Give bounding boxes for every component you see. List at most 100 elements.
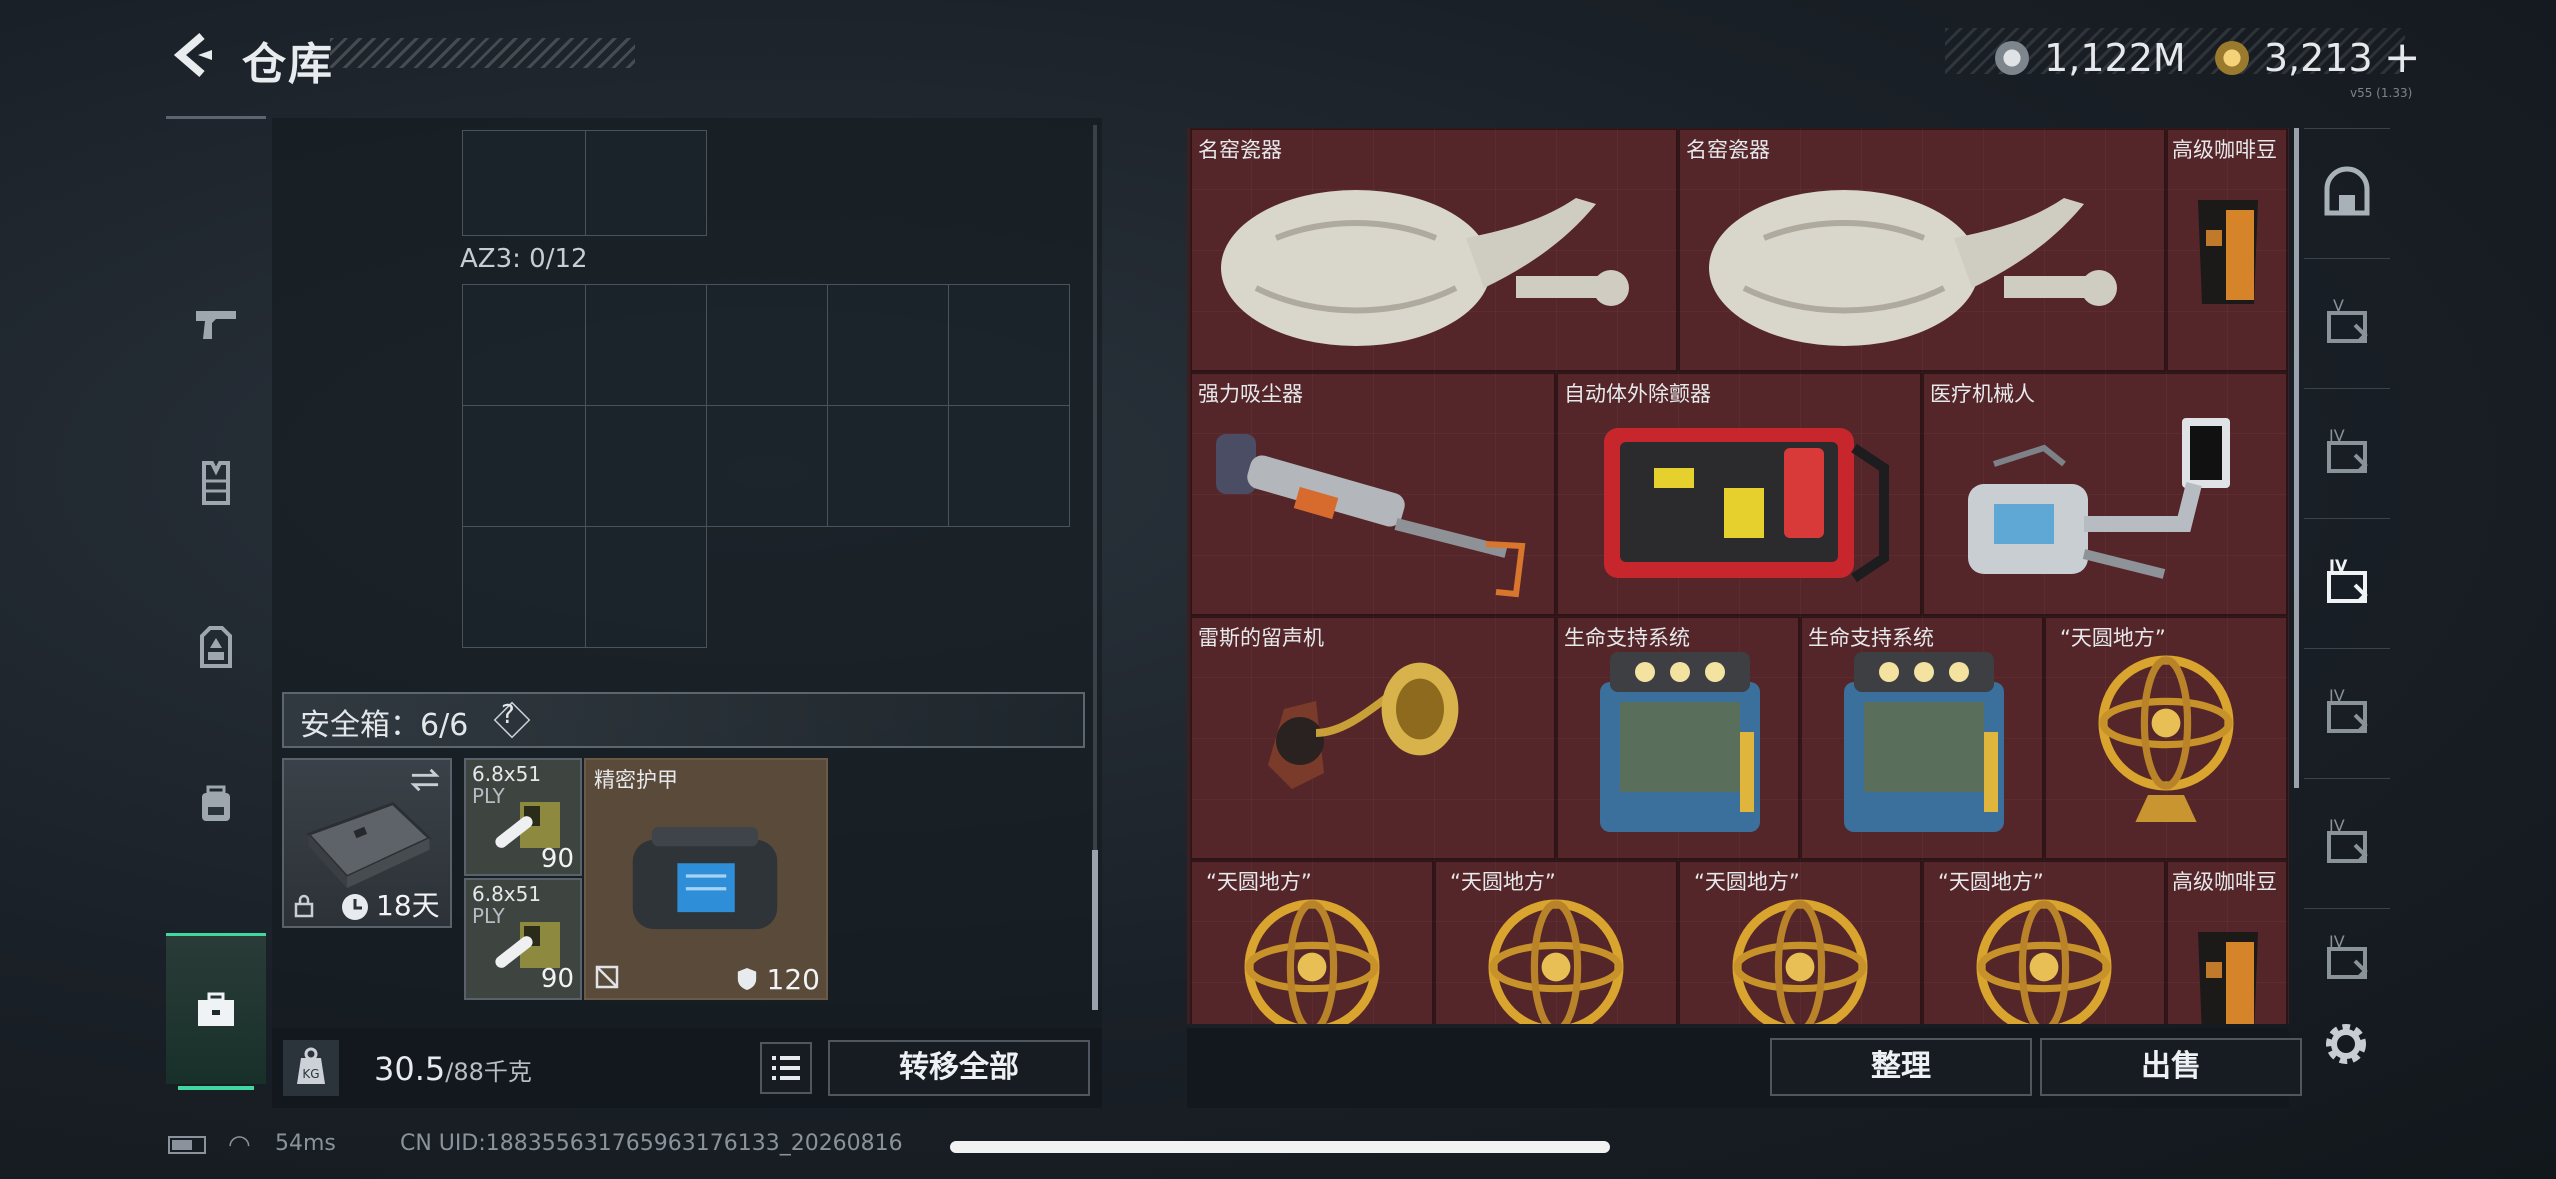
stash-tab-v[interactable]: V xyxy=(2304,258,2390,387)
medical-robot-icon xyxy=(1968,418,2230,579)
stash-item[interactable]: 强力吸尘器 xyxy=(1190,372,1556,616)
pistol-icon xyxy=(196,311,236,339)
sell-button[interactable]: 出售 xyxy=(2040,1038,2302,1096)
nav-safe-box[interactable] xyxy=(166,933,266,1090)
coffee-bag-icon xyxy=(2198,932,2258,1024)
grid-slot[interactable] xyxy=(827,405,949,527)
stash-tab-iv-2-active[interactable]: IV xyxy=(2304,518,2390,647)
stash-tab-iv-icon: IV xyxy=(2327,816,2368,863)
grid-slot[interactable] xyxy=(585,130,707,236)
stash-item[interactable]: 高级咖啡豆 xyxy=(2166,128,2288,372)
ammo-name: 6.8x51 xyxy=(472,762,542,786)
svg-text:IV: IV xyxy=(2329,556,2348,575)
grid-slot[interactable] xyxy=(948,405,1070,527)
safe-box-label: 安全箱：6/6 xyxy=(300,708,469,743)
porcelain-vase-icon xyxy=(1709,190,2117,346)
grid-slot[interactable] xyxy=(585,405,707,527)
settings-button[interactable] xyxy=(2318,1016,2374,1072)
stash-tab-v-icon: V xyxy=(2327,296,2368,343)
stash-item[interactable]: “天圆地方” xyxy=(1190,860,1434,1024)
stash-item[interactable]: 高级咖啡豆 xyxy=(2166,860,2288,1024)
vest-icon xyxy=(202,461,230,505)
inventory-scrollbar-thumb[interactable] xyxy=(1092,850,1098,1010)
ammo-count: 90 xyxy=(540,964,574,994)
grid-slot[interactable] xyxy=(948,284,1070,406)
armillary-sphere-icon xyxy=(1732,899,1868,1024)
ammo-count: 90 xyxy=(540,844,574,874)
item-name: 高级咖啡豆 xyxy=(2172,870,2277,894)
add-currency-button[interactable]: + xyxy=(2384,32,2421,83)
weight-icon: KG xyxy=(283,1040,339,1096)
nav-active-indicator xyxy=(178,1086,254,1090)
list-view-button[interactable] xyxy=(760,1042,812,1094)
transfer-all-button[interactable]: 转移全部 xyxy=(828,1040,1090,1096)
stash-item[interactable]: “天圆地方” xyxy=(1678,860,1922,1024)
grid-slot[interactable] xyxy=(462,405,586,527)
nav-chest-rig[interactable] xyxy=(166,573,266,723)
stash-tab-iv-5[interactable]: IV xyxy=(2304,908,2390,1009)
grid-slot[interactable] xyxy=(827,284,949,406)
ping-value: 54ms xyxy=(275,1131,336,1156)
svg-text:V: V xyxy=(2333,296,2344,315)
stash-item[interactable]: 名窑瓷器 xyxy=(1190,128,1678,372)
grid-slot[interactable] xyxy=(585,526,707,648)
home-indicator[interactable] xyxy=(950,1141,1610,1153)
grid-slot[interactable] xyxy=(462,526,586,648)
version-label: v55 (1.33) xyxy=(2350,86,2413,100)
grid-slot[interactable] xyxy=(462,130,586,236)
svg-text:IV: IV xyxy=(2329,686,2345,705)
stash-item[interactable]: 生命支持系统 xyxy=(1556,616,1800,860)
armor-item[interactable]: 精密护甲 120 xyxy=(584,758,828,1000)
weight-current: 30.5 xyxy=(374,1050,446,1088)
sort-button[interactable]: 整理 xyxy=(1770,1038,2032,1096)
grid-slot[interactable] xyxy=(706,405,828,527)
currency-gold: 3,213 xyxy=(2263,35,2373,80)
coffee-bag-icon xyxy=(2198,200,2258,304)
nav-backpack[interactable] xyxy=(166,728,266,878)
help-question-mark: ? xyxy=(501,700,515,730)
stash-item[interactable]: “天圆地方” xyxy=(2044,616,2288,860)
ammo-name: 6.8x51 xyxy=(472,882,542,906)
armor-bag-icon xyxy=(632,827,778,930)
stash-tab-iv-4[interactable]: IV xyxy=(2304,778,2390,907)
back-arrow-icon xyxy=(173,32,212,78)
nav-armor[interactable] xyxy=(166,408,266,558)
wifi-icon: ◠ xyxy=(228,1130,251,1160)
backpack-icon xyxy=(202,785,230,821)
chest-rig-icon xyxy=(200,626,232,668)
currency-bar: 1,122M 3,213 + xyxy=(1945,28,2421,83)
clock-icon xyxy=(342,894,368,920)
stash-item[interactable]: 名窑瓷器 xyxy=(1678,128,2166,372)
stash-item[interactable]: 雷斯的留声机 xyxy=(1190,616,1556,860)
stash-tab-home[interactable] xyxy=(2304,128,2390,257)
safe-case-slot[interactable]: 18天 xyxy=(282,758,452,928)
battery-icon xyxy=(168,1136,206,1154)
stash-item[interactable]: 生命支持系统 xyxy=(1800,616,2044,860)
stash-tab-iv-3[interactable]: IV xyxy=(2304,648,2390,777)
armillary-sphere-icon xyxy=(1488,899,1624,1024)
ammo-item[interactable]: 6.8x51 PLY 90 xyxy=(464,878,582,1000)
stash-item[interactable]: “天圆地方” xyxy=(1434,860,1678,1024)
porcelain-vase-icon xyxy=(1221,190,1629,346)
vacuum-icon xyxy=(1216,434,1526,598)
stash-item[interactable]: “天圆地方” xyxy=(1922,860,2166,1024)
svg-text:IV: IV xyxy=(2329,932,2345,951)
grid-slot[interactable] xyxy=(462,284,586,406)
swap-icon xyxy=(410,768,440,792)
back-button[interactable] xyxy=(168,30,218,80)
stash-item[interactable]: 自动体外除颤器 xyxy=(1556,372,1922,616)
nav-weapon[interactable] xyxy=(166,248,266,398)
item-name: 自动体外除颤器 xyxy=(1564,382,1711,406)
gold-coin-icon xyxy=(2214,40,2249,75)
grid-slot[interactable] xyxy=(706,284,828,406)
ammo-item[interactable]: 6.8x51 PLY 90 xyxy=(464,758,582,876)
stash-tab-iv-icon: IV xyxy=(2327,426,2368,473)
stash-tab-iv-1[interactable]: IV xyxy=(2304,388,2390,517)
grid-slot[interactable] xyxy=(585,284,707,406)
safe-case-duration: 18天 xyxy=(376,889,440,922)
life-support-icon xyxy=(1844,652,2004,832)
stash-scrollbar[interactable] xyxy=(2294,128,2299,788)
lock-icon xyxy=(294,894,314,918)
armillary-sphere-icon xyxy=(1976,899,2112,1024)
stash-item[interactable]: 医疗机械人 xyxy=(1922,372,2288,616)
